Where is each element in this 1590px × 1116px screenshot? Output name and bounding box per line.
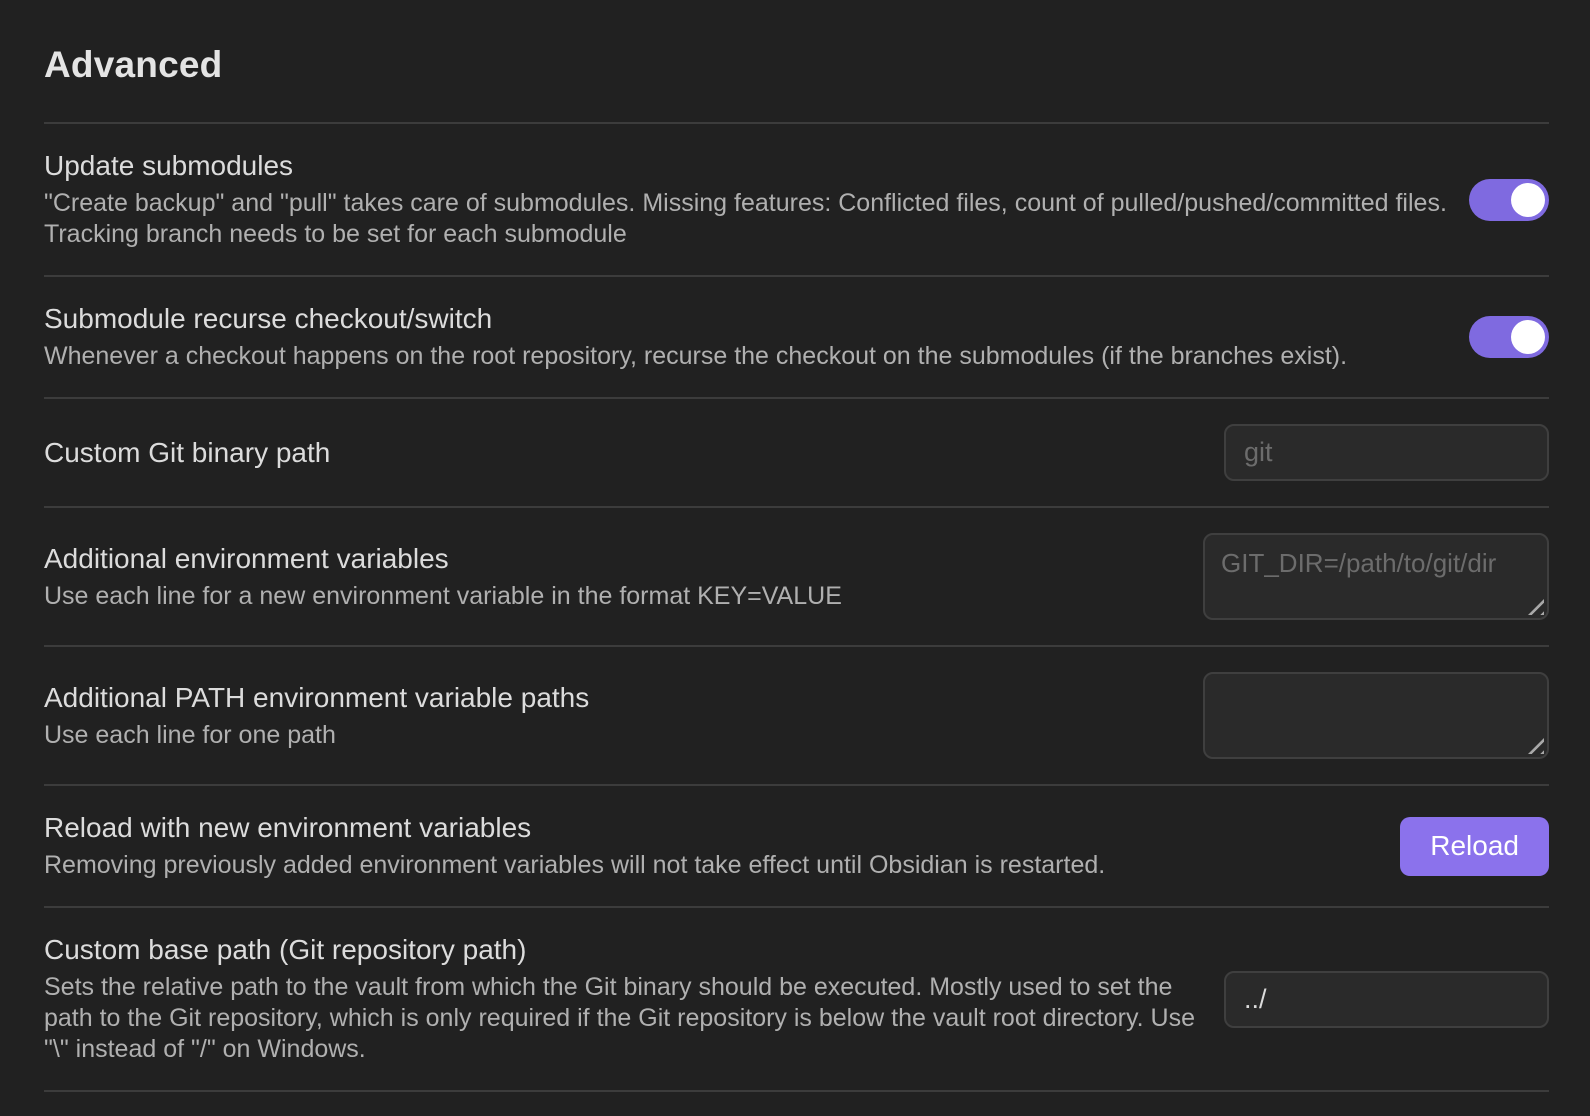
setting-description: Use each line for a new environment vari… bbox=[44, 581, 1183, 612]
setting-info: Update submodules "Create backup" and "p… bbox=[44, 149, 1449, 250]
setting-control bbox=[1469, 316, 1549, 358]
reload-button[interactable]: Reload bbox=[1400, 817, 1549, 876]
setting-control bbox=[1224, 424, 1549, 481]
setting-name: Additional environment variables bbox=[44, 542, 1183, 576]
setting-env-variables: Additional environment variables Use eac… bbox=[44, 506, 1549, 645]
setting-custom-base-path: Custom base path (Git repository path) S… bbox=[44, 906, 1549, 1090]
setting-name: Reload with new environment variables bbox=[44, 811, 1380, 845]
setting-control bbox=[1203, 672, 1549, 759]
setting-path-variables: Additional PATH environment variable pat… bbox=[44, 645, 1549, 784]
toggle-knob bbox=[1511, 320, 1545, 354]
setting-name: Update submodules bbox=[44, 149, 1449, 183]
toggle-knob bbox=[1511, 183, 1545, 217]
setting-description: Use each line for one path bbox=[44, 720, 1183, 751]
setting-name: Custom base path (Git repository path) bbox=[44, 933, 1204, 967]
setting-info: Custom Git binary path bbox=[44, 436, 1204, 470]
update-submodules-toggle[interactable] bbox=[1469, 179, 1549, 221]
section-title: Advanced bbox=[44, 44, 1549, 86]
setting-description: Whenever a checkout happens on the root … bbox=[44, 341, 1449, 372]
setting-control bbox=[1224, 971, 1549, 1028]
setting-description: Removing previously added environment va… bbox=[44, 850, 1380, 881]
setting-control bbox=[1203, 533, 1549, 620]
setting-name: Submodule recurse checkout/switch bbox=[44, 302, 1449, 336]
setting-name: Additional PATH environment variable pat… bbox=[44, 681, 1183, 715]
setting-info: Reload with new environment variables Re… bbox=[44, 811, 1380, 881]
setting-description: Sets the relative path to the vault from… bbox=[44, 972, 1204, 1065]
bottom-divider bbox=[44, 1090, 1549, 1092]
setting-control bbox=[1469, 179, 1549, 221]
setting-git-binary-path: Custom Git binary path bbox=[44, 397, 1549, 506]
setting-update-submodules: Update submodules "Create backup" and "p… bbox=[44, 122, 1549, 275]
setting-submodule-recurse: Submodule recurse checkout/switch Whenev… bbox=[44, 275, 1549, 397]
setting-name: Custom Git binary path bbox=[44, 436, 1204, 470]
textarea-wrap bbox=[1203, 533, 1549, 620]
git-binary-path-input[interactable] bbox=[1224, 424, 1549, 481]
setting-description: "Create backup" and "pull" takes care of… bbox=[44, 188, 1449, 250]
setting-info: Submodule recurse checkout/switch Whenev… bbox=[44, 302, 1449, 372]
setting-info: Additional environment variables Use eac… bbox=[44, 542, 1183, 612]
settings-pane: Advanced Update submodules "Create backu… bbox=[0, 44, 1590, 1092]
env-variables-textarea[interactable] bbox=[1203, 533, 1549, 620]
setting-info: Custom base path (Git repository path) S… bbox=[44, 933, 1204, 1065]
submodule-recurse-toggle[interactable] bbox=[1469, 316, 1549, 358]
setting-info: Additional PATH environment variable pat… bbox=[44, 681, 1183, 751]
custom-base-path-input[interactable] bbox=[1224, 971, 1549, 1028]
textarea-wrap bbox=[1203, 672, 1549, 759]
setting-control: Reload bbox=[1400, 817, 1549, 876]
setting-reload-env: Reload with new environment variables Re… bbox=[44, 784, 1549, 906]
path-variables-textarea[interactable] bbox=[1203, 672, 1549, 759]
